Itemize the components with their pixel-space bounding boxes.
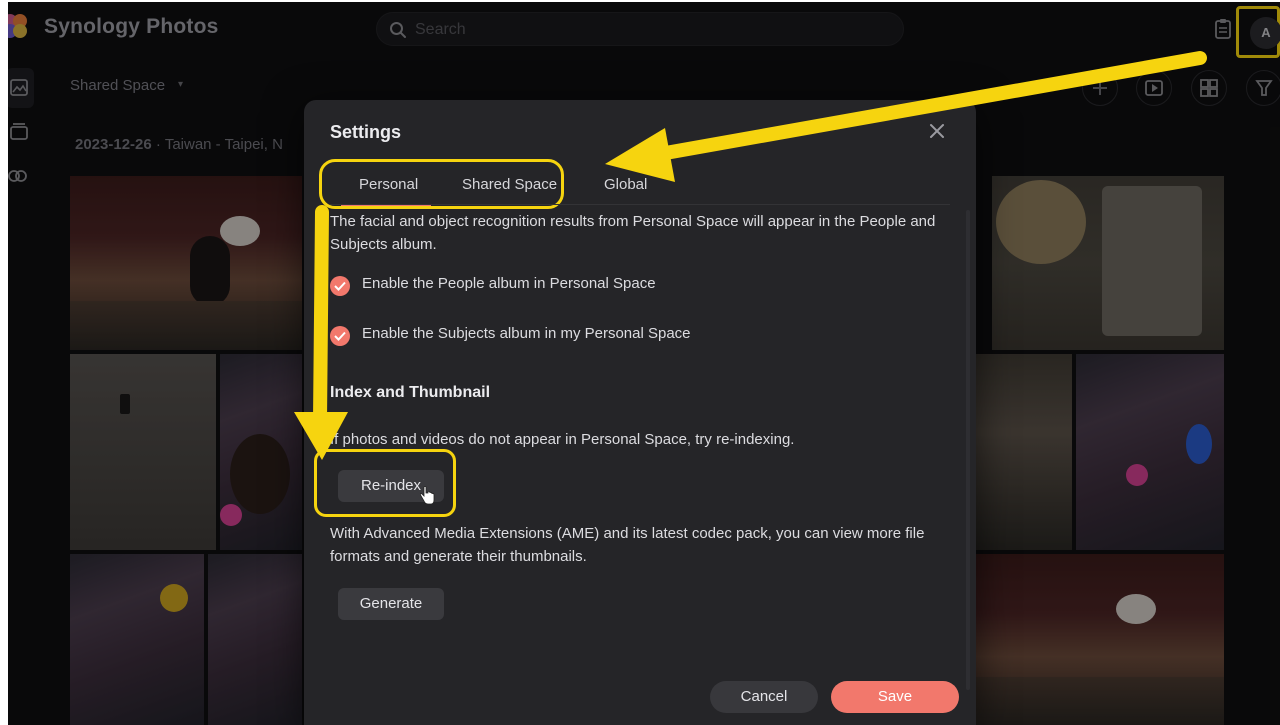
- scrollbar[interactable]: [966, 210, 970, 690]
- checkmark-icon: [334, 331, 346, 341]
- synology-photos-app: Synology Photos A: [8, 2, 1280, 725]
- people-album-checkbox[interactable]: [330, 276, 350, 296]
- hand-cursor-icon: [420, 486, 435, 505]
- index-section-title: Index and Thumbnail: [330, 384, 491, 401]
- subjects-album-label: Enable the Subjects album in my Personal…: [362, 325, 691, 342]
- save-button[interactable]: Save: [831, 681, 959, 713]
- ame-description: With Advanced Media Extensions (AME) and…: [330, 525, 925, 565]
- index-description: If photos and videos do not appear in Pe…: [330, 431, 795, 448]
- tab-global[interactable]: Global: [604, 176, 647, 193]
- close-icon[interactable]: [924, 118, 950, 144]
- divider: [330, 204, 950, 205]
- generate-button[interactable]: Generate: [338, 588, 444, 620]
- recognition-description: The facial and object recognition result…: [330, 213, 936, 253]
- subjects-album-checkbox[interactable]: [330, 326, 350, 346]
- settings-dialog: Settings Personal Shared Space Global Th…: [304, 100, 976, 725]
- reindex-annotation-highlight: [314, 449, 456, 517]
- cancel-button[interactable]: Cancel: [710, 681, 818, 713]
- dialog-title: Settings: [330, 122, 402, 142]
- tabs-annotation-highlight: [319, 159, 564, 209]
- checkmark-icon: [334, 281, 346, 291]
- people-album-label: Enable the People album in Personal Spac…: [362, 275, 656, 292]
